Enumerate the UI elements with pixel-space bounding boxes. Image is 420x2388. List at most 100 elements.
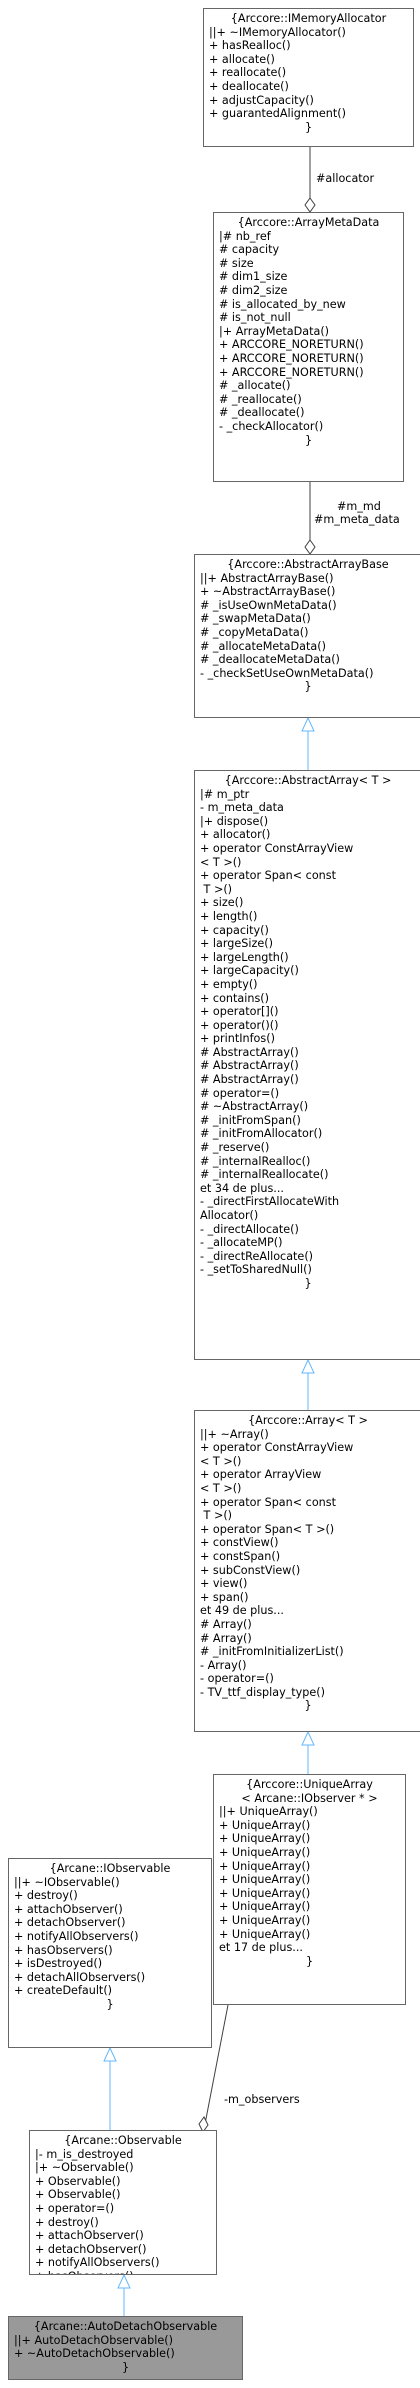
class-member: + printInfos() (200, 1032, 275, 1046)
class-closer: } (304, 680, 312, 694)
class-member: |# nb_ref (219, 229, 271, 243)
class-member: + view() (200, 1577, 248, 1591)
class-member: # ~AbstractArray() (200, 1100, 309, 1114)
class-member: + ARCCORE_NORETURN() (219, 338, 364, 352)
class-member: ||+ AbstractArrayBase() (200, 571, 334, 585)
composition-diamond (304, 197, 316, 213)
class-member: + largeLength() (200, 950, 289, 964)
inheritance-arrowhead (301, 1358, 315, 1374)
class-closer: } (304, 1699, 312, 1713)
class-member: + operator=() (35, 2201, 115, 2215)
class-member: + Observable() (35, 2174, 121, 2188)
class-member: + operator Span< const (200, 1495, 336, 1509)
edge-label-m-meta-data: #m_meta_data (314, 513, 400, 526)
class-member: # _copyMetaData() (200, 625, 309, 639)
class-member: - m_meta_data (200, 801, 284, 815)
class-member: + empty() (200, 977, 258, 991)
inheritance-arrowhead (103, 2046, 117, 2062)
class-member: et 49 de plus... (200, 1604, 284, 1618)
class-closer: } (304, 433, 313, 447)
class-member: ||+ ~IObservable() (14, 1875, 120, 1889)
edge-label-m-observers: -m_observers (224, 2093, 300, 2106)
class-member: + UniqueArray() (219, 1818, 311, 1832)
class-member: + operator ConstArrayView (200, 841, 354, 855)
class-node-abstractarray: {Arccore::AbstractArray< T > |# m_ptr - m… (194, 770, 420, 1360)
class-member: + hasObservers() (14, 1943, 113, 1957)
edge-label-m-md: #m_md (337, 500, 381, 513)
class-node-uniquearray: {Arccore::UniqueArray < Arcane::IObserve… (213, 1774, 406, 2005)
class-member: + operator()() (200, 1018, 279, 1032)
class-member: - _directFirstAllocateWith (200, 1195, 340, 1209)
class-node-autodetachobservable: {Arcane::AutoDetachObservable ||+ AutoDe… (8, 2316, 243, 2380)
class-title: {Arccore::Array< T > (248, 1414, 368, 1427)
class-title: {Arccore::UniqueArray < Arcane::IObserve… (241, 1778, 378, 1805)
class-members: |# nb_ref # capacity # size # dim1_size # di… (219, 230, 398, 434)
class-member: + UniqueArray() (219, 1900, 311, 1914)
class-member: |+ dispose() (200, 814, 269, 828)
class-member: + UniqueArray() (219, 1927, 311, 1941)
class-member: # _allocateMetaData() (200, 639, 326, 653)
class-member: # _reserve() (200, 1141, 270, 1155)
class-node-observable: {Arcane::Observable |- m_is_destroyed |+ … (29, 2130, 217, 2275)
class-member: + isDestroyed() (14, 1957, 103, 1971)
class-members: ||+ ~Array() + operator ConstArrayView < T… (200, 1428, 416, 1700)
class-member: + detachAllObservers() (14, 1970, 146, 1984)
class-member: < T >() (200, 1481, 242, 1495)
class-member: |# m_ptr (200, 787, 250, 801)
inheritance-arrowhead (117, 2273, 131, 2289)
class-closer: } (121, 2360, 130, 2374)
class-member: # _allocate() (219, 379, 291, 393)
class-member: # _deallocateMetaData() (200, 653, 340, 667)
edge-label-allocator: #allocator (316, 172, 375, 185)
class-closer: } (304, 1276, 312, 1290)
class-members: |# m_ptr - m_meta_data |+ dispose() + alloc… (200, 788, 416, 1277)
class-member: # AbstractArray() (200, 1059, 299, 1073)
class-title: {Arccore::IMemoryAllocator (230, 12, 387, 25)
class-member: # is_allocated_by_new (219, 297, 346, 311)
class-member: < T >() (200, 855, 242, 869)
class-member: # AbstractArray() (200, 1045, 299, 1059)
class-member: + constSpan() (200, 1549, 281, 1563)
class-member: + operator ArrayView (200, 1468, 322, 1482)
class-member: < T >() (200, 1454, 242, 1468)
class-member: + size() (200, 896, 244, 910)
class-member: + reallocate() (209, 66, 287, 80)
class-node-iobservable: {Arcane::IObservable ||+ ~IObservable() +… (8, 1858, 212, 2048)
class-title: {Arcane::IObservable (49, 1862, 171, 1875)
class-member: + operator Span< const (200, 869, 336, 883)
class-member: + allocator() (200, 828, 271, 842)
class-member: + UniqueArray() (219, 1886, 311, 1900)
class-member: # dim2_size (219, 283, 288, 297)
class-member: # capacity (219, 243, 280, 257)
class-members: |- m_is_destroyed |+ ~Observable() + Obser… (35, 2148, 211, 2274)
class-member: - _setToSharedNull() (200, 1263, 312, 1277)
class-member: et 17 de plus... (219, 1941, 303, 1955)
class-member: + length() (200, 909, 258, 923)
edge-inherit-abstractarray (301, 1358, 315, 1410)
class-member: + guarantedAlignment() (209, 107, 346, 121)
class-member: - _checkSetUseOwnMetaData() (200, 666, 374, 680)
class-member: + UniqueArray() (219, 1873, 311, 1887)
class-member: # is_not_null (219, 311, 291, 325)
class-member: # _initFromInitializerList() (200, 1645, 344, 1659)
class-node-array: {Arccore::Array< T > ||+ ~Array() + opera… (194, 1410, 420, 1732)
class-member: T >() (200, 1509, 233, 1523)
class-member: + destroy() (14, 1889, 78, 1903)
class-member: + adjustCapacity() (209, 93, 314, 107)
class-member: + subConstView() (200, 1563, 301, 1577)
class-member: ||+ AutoDetachObservable() (14, 2333, 173, 2347)
class-member: # size (219, 256, 254, 270)
inheritance-arrowhead (301, 716, 315, 732)
class-title: {Arcane::AutoDetachObservable (33, 2320, 218, 2333)
class-member: + operator[]() (200, 1005, 279, 1019)
class-members: ||+ UniqueArray() + UniqueArray() + Unique… (219, 1805, 400, 1955)
class-member: - _allocateMP() (200, 1236, 283, 1250)
class-member: + allocate() (209, 52, 275, 66)
class-member: + notifyAllObservers() (14, 1929, 139, 1943)
edge-inherit-array (301, 1730, 315, 1774)
class-member: + destroy() (35, 2215, 99, 2229)
class-title: {Arccore::AbstractArray< T > (224, 774, 392, 787)
class-members: ||+ ~IObservable() + destroy() + attachObs… (14, 1876, 206, 1998)
class-node-arraymetadata: {Arccore::ArrayMetaData |# nb_ref # capac… (213, 212, 404, 482)
class-member: # _isUseOwnMetaData() (200, 598, 337, 612)
